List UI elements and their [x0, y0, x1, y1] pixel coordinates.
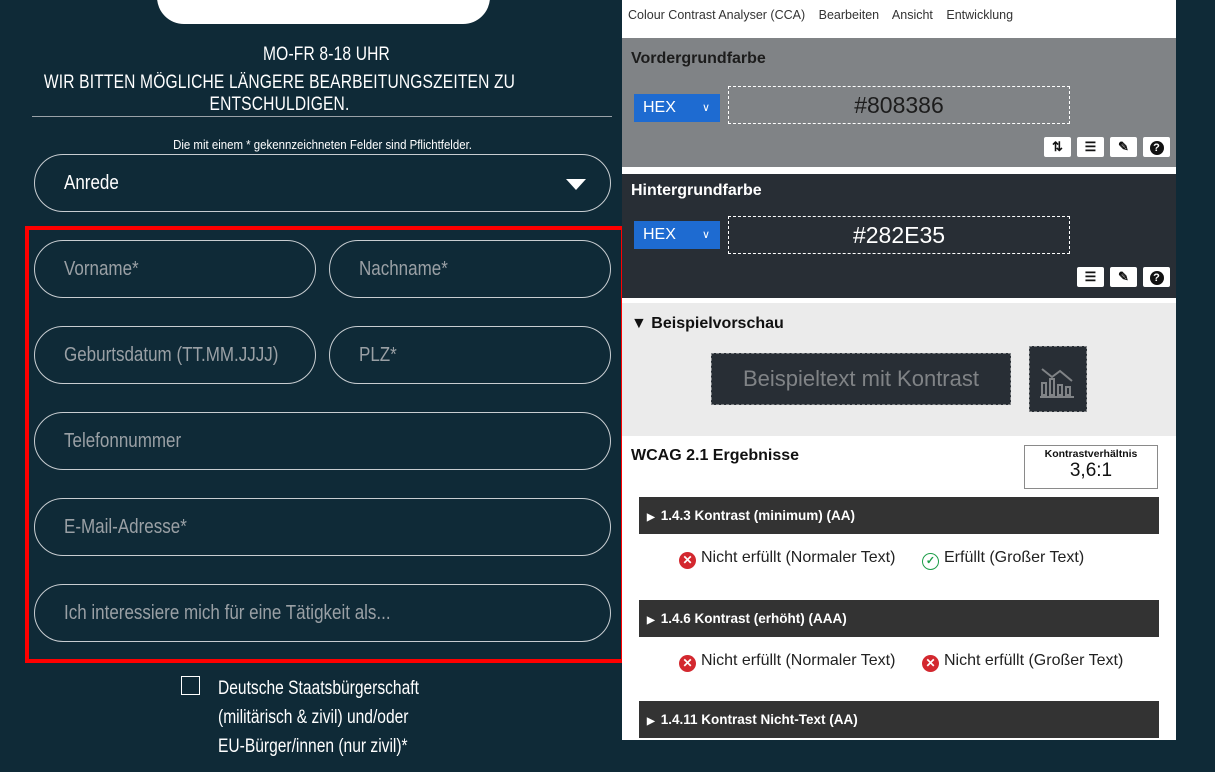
eyedropper-icon[interactable]: ✎ — [1110, 267, 1137, 287]
fail-icon: ✕ — [922, 655, 939, 672]
sliders-icon[interactable]: ☰ — [1077, 267, 1104, 287]
criterion-1-4-11[interactable]: ▶ 1.4.11 Kontrast Nicht-Text (AA) — [639, 701, 1159, 738]
result-large-aaa: ✕ Nicht erfüllt (Großer Text) — [922, 652, 1172, 672]
foreground-format-value: HEX — [643, 99, 676, 116]
menu-edit[interactable]: Bearbeiten — [819, 8, 879, 22]
email-input[interactable]: E-Mail-Adresse* — [34, 498, 611, 556]
criterion-label: 1.4.3 Kontrast (minimum) (AA) — [660, 508, 855, 523]
citizenship-line-2: (militärisch & zivil) und/oder — [218, 707, 409, 728]
contrast-ratio-box: Kontrastverhältnis 3,6:1 — [1024, 445, 1158, 489]
citizenship-line-3: EU-Bürger/innen (nur zivil)* — [218, 736, 408, 757]
citizenship-line-1: Deutsche Staatsbürgerschaft — [218, 678, 419, 699]
foreground-title: Vordergrundfarbe — [631, 50, 766, 67]
last-name-input[interactable]: Nachname* — [329, 240, 611, 298]
result-normal-aaa: ✕ Nicht erfüllt (Normaler Text) — [679, 652, 899, 672]
first-name-input[interactable]: Vorname* — [34, 240, 316, 298]
wcag-title: WCAG 2.1 Ergebnisse — [631, 447, 800, 464]
zip-placeholder: PLZ* — [359, 344, 397, 366]
page-background — [1176, 0, 1215, 772]
contrast-ratio-value: 3,6:1 — [1069, 460, 1113, 481]
triangle-right-icon: ▶ — [647, 716, 655, 727]
menu-develop[interactable]: Entwicklung — [946, 8, 1013, 22]
foreground-hex-input[interactable]: #808386 — [728, 86, 1070, 124]
foreground-panel: Vordergrundfarbe HEX ∨ #808386 ⇅ ☰ ✎ ? — [622, 38, 1176, 167]
salutation-label: Anrede — [64, 172, 119, 194]
required-fields-note: Die mit einem * gekennzeichneten Felder … — [173, 137, 472, 152]
page-background — [622, 740, 1176, 772]
help-icon[interactable]: ? — [1143, 137, 1170, 157]
citizenship-checkbox[interactable] — [181, 676, 200, 695]
submit-button-partial[interactable] — [157, 0, 490, 24]
processing-notice: WIR BITTEN MÖGLICHE LÄNGERE BEARBEITUNGS… — [43, 72, 516, 115]
menu-view[interactable]: Ansicht — [892, 8, 933, 22]
menu-bar: Colour Contrast Analyser (CCA) Bearbeite… — [622, 0, 1176, 26]
background-panel: Hintergrundfarbe HEX ∨ #282E35 ☰ ✎ ? — [622, 174, 1176, 298]
result-text: Nicht erfüllt (Normaler Text) — [701, 549, 896, 566]
contrast-ratio-label: Kontrastverhältnis — [1044, 448, 1138, 460]
background-title: Hintergrundfarbe — [631, 182, 762, 199]
check-icon: ✓ — [922, 553, 939, 570]
criterion-1-4-3[interactable]: ▶ 1.4.3 Kontrast (minimum) (AA) — [639, 497, 1159, 534]
divider — [32, 116, 612, 117]
phone-input[interactable]: Telefonnummer — [34, 412, 611, 470]
citizenship-label: Deutsche Staatsbürgerschaft (militärisch… — [218, 674, 419, 761]
fail-icon: ✕ — [679, 655, 696, 672]
eyedropper-icon[interactable]: ✎ — [1110, 137, 1137, 157]
result-text: Nicht erfüllt (Normaler Text) — [701, 652, 896, 669]
preview-section: ▼ Beispielvorschau Beispieltext mit Kont… — [622, 303, 1176, 436]
swap-icon[interactable]: ⇅ — [1044, 137, 1071, 157]
caret-down-icon — [566, 179, 586, 190]
sliders-icon[interactable]: ☰ — [1077, 137, 1104, 157]
foreground-format-select[interactable]: HEX ∨ — [634, 94, 720, 122]
zip-input[interactable]: PLZ* — [329, 326, 611, 384]
interest-input[interactable]: Ich interessiere mich für eine Tätigkeit… — [34, 584, 611, 642]
phone-placeholder: Telefonnummer — [64, 430, 182, 452]
result-large-aa: ✓ Erfüllt (Großer Text) — [922, 549, 1162, 570]
preview-toggle[interactable]: ▼ Beispielvorschau — [631, 315, 784, 333]
email-placeholder: E-Mail-Adresse* — [64, 516, 187, 538]
background-hex-input[interactable]: #282E35 — [728, 216, 1070, 254]
background-tools: ☰ ✎ ? — [1077, 267, 1170, 287]
preview-title: Beispielvorschau — [651, 315, 784, 332]
criterion-label: 1.4.6 Kontrast (erhöht) (AAA) — [660, 611, 847, 626]
cca-window: Colour Contrast Analyser (CCA) Bearbeite… — [622, 0, 1176, 740]
interest-placeholder: Ich interessiere mich für eine Tätigkeit… — [64, 602, 391, 624]
chevron-down-icon: ∨ — [701, 229, 710, 241]
first-name-placeholder: Vorname* — [64, 258, 139, 280]
salutation-select[interactable]: Anrede — [34, 154, 611, 212]
triangle-right-icon: ▶ — [647, 615, 655, 626]
criterion-1-4-6[interactable]: ▶ 1.4.6 Kontrast (erhöht) (AAA) — [639, 600, 1159, 637]
office-hours: MO-FR 8-18 UHR — [263, 44, 390, 65]
triangle-right-icon: ▶ — [647, 512, 655, 523]
background-format-select[interactable]: HEX ∨ — [634, 221, 720, 249]
result-text: Nicht erfüllt (Großer Text) — [944, 652, 1124, 669]
contact-form: MO-FR 8-18 UHR WIR BITTEN MÖGLICHE LÄNGE… — [0, 0, 625, 772]
sample-text: Beispieltext mit Kontrast — [711, 353, 1011, 405]
help-icon[interactable]: ? — [1143, 267, 1170, 287]
chart-icon — [1029, 346, 1087, 412]
triangle-down-icon: ▼ — [631, 315, 647, 332]
last-name-placeholder: Nachname* — [359, 258, 448, 280]
menu-app[interactable]: Colour Contrast Analyser (CCA) — [628, 8, 805, 22]
chevron-down-icon: ∨ — [701, 102, 710, 114]
birthdate-placeholder: Geburtsdatum (TT.MM.JJJJ) — [64, 344, 279, 366]
fail-icon: ✕ — [679, 552, 696, 569]
result-text: Erfüllt (Großer Text) — [944, 549, 1085, 566]
chart-icon-graphic — [1040, 368, 1074, 398]
foreground-tools: ⇅ ☰ ✎ ? — [1044, 137, 1170, 157]
criterion-label: 1.4.11 Kontrast Nicht-Text (AA) — [660, 712, 858, 727]
birthdate-input[interactable]: Geburtsdatum (TT.MM.JJJJ) — [34, 326, 316, 384]
background-format-value: HEX — [643, 226, 676, 243]
result-normal-aa: ✕ Nicht erfüllt (Normaler Text) — [679, 549, 899, 569]
